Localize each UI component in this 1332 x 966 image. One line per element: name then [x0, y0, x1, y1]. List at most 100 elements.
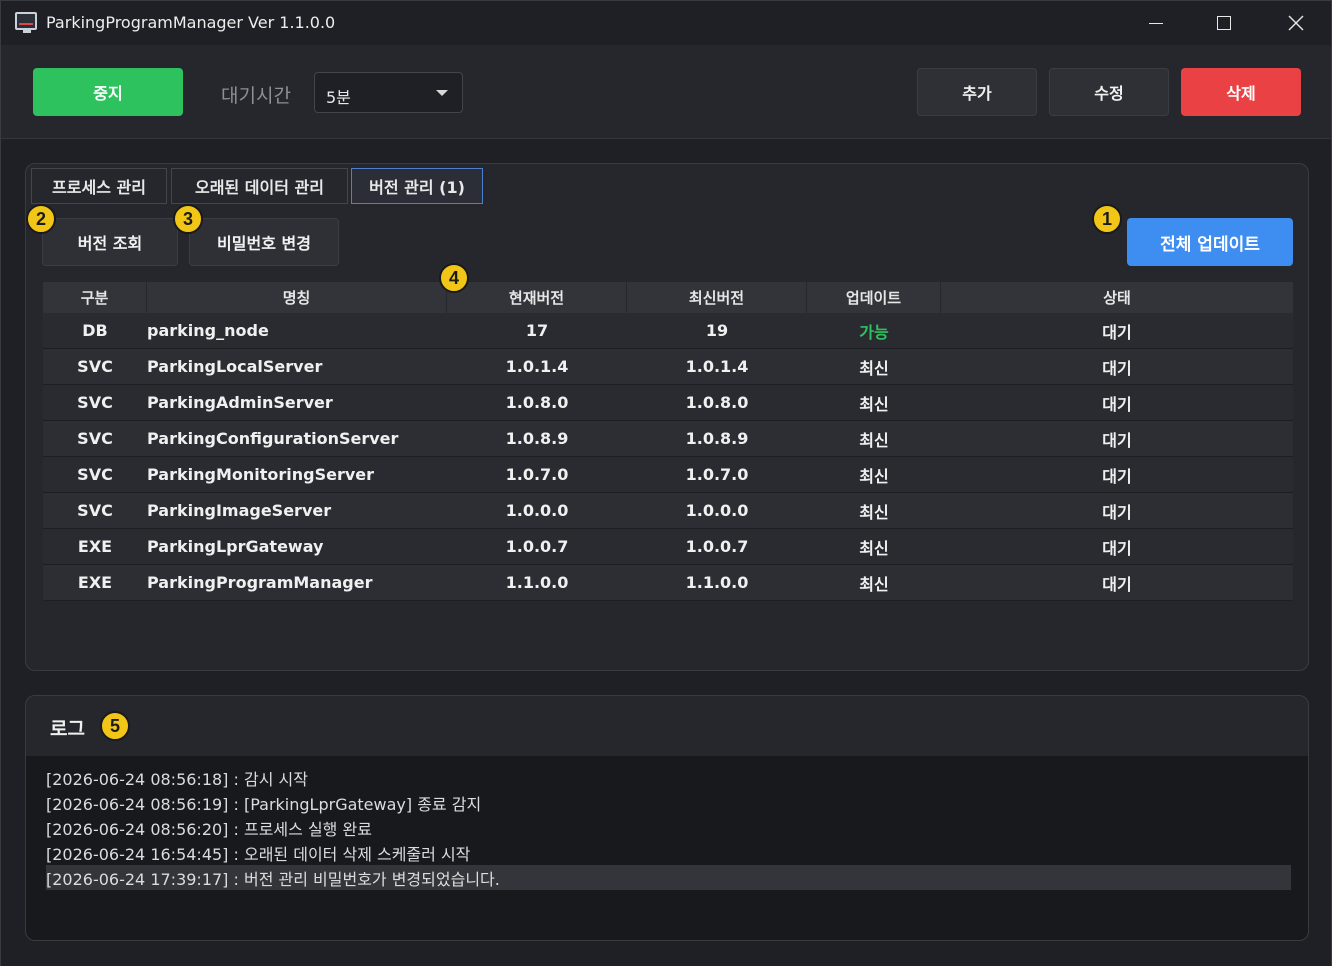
- cell-latest-version: 1.0.0.0: [685, 501, 749, 520]
- cell-name: ParkingAdminServer: [147, 393, 333, 412]
- col-header-update: 업데이트: [807, 282, 941, 313]
- col-header-type: 구분: [43, 282, 147, 313]
- cell-current-version: 1.1.0.0: [505, 573, 569, 592]
- col-header-latest-version: 최신버전: [627, 282, 807, 313]
- cell-status: 대기: [1102, 394, 1132, 414]
- cell-latest-version: 1.0.0.7: [685, 537, 749, 556]
- table-row[interactable]: SVC ParkingLocalServer 1.0.1.4 1.0.1.4 최신 대기: [43, 349, 1293, 385]
- cell-status: 대기: [1102, 358, 1132, 378]
- cell-type: EXE: [77, 537, 113, 556]
- callout-badge-5: 5: [100, 711, 130, 741]
- table-row[interactable]: SVC ParkingMonitoringServer 1.0.7.0 1.0.7.0…: [43, 457, 1293, 493]
- table-row[interactable]: SVC ParkingImageServer 1.0.0.0 1.0.0.0 최신 대기: [43, 493, 1293, 529]
- change-password-button[interactable]: 비밀번호 변경: [189, 218, 339, 266]
- delete-button[interactable]: 삭제: [1181, 68, 1301, 116]
- table-header: 구분 명칭 현재버전 최신버전 업데이트 상태: [43, 282, 1293, 313]
- log-list[interactable]: [2026-06-24 08:56:18] : 감시 시작 [2026-06-24…: [26, 756, 1308, 940]
- tab-process-management[interactable]: 프로세스 관리: [31, 168, 167, 204]
- callout-badge-1: 1: [1092, 204, 1122, 234]
- cell-type: SVC: [77, 465, 113, 484]
- cell-type: DB: [82, 321, 108, 340]
- cell-current-version: 1.0.0.7: [505, 537, 569, 556]
- cell-type: SVC: [77, 393, 113, 412]
- cell-latest-version: 1.0.7.0: [685, 465, 749, 484]
- cell-current-version: 1.0.8.0: [505, 393, 569, 412]
- tab-version-management[interactable]: 버전 관리 (1): [351, 168, 483, 204]
- log-line[interactable]: [2026-06-24 08:56:19] : [ParkingLprGatew…: [46, 790, 1291, 815]
- cell-update: 최신: [859, 394, 889, 414]
- wait-time-select[interactable]: 5분: [314, 72, 463, 113]
- cell-name: parking_node: [147, 321, 269, 340]
- col-header-name: 명칭: [147, 282, 447, 313]
- table-row[interactable]: EXE ParkingLprGateway 1.0.0.7 1.0.0.7 최신 대기: [43, 529, 1293, 565]
- update-all-button[interactable]: 전체 업데이트: [1127, 218, 1293, 266]
- cell-update: 최신: [859, 358, 889, 378]
- cell-current-version: 1.0.0.0: [505, 501, 569, 520]
- table-body: DB parking_node 17 19 가능 대기 SVC ParkingLocalSer…: [43, 313, 1293, 601]
- edit-button[interactable]: 수정: [1049, 68, 1169, 116]
- close-button[interactable]: [1263, 1, 1329, 45]
- main-panel: 프로세스 관리 오래된 데이터 관리 버전 관리 (1) 버전 조회 비밀번호 …: [25, 163, 1309, 671]
- log-line[interactable]: [2026-06-24 08:56:18] : 감시 시작: [46, 765, 1291, 790]
- cell-type: SVC: [77, 429, 113, 448]
- cell-name: ParkingLocalServer: [147, 357, 323, 376]
- cell-latest-version: 1.0.8.0: [685, 393, 749, 412]
- cell-name: ParkingMonitoringServer: [147, 465, 375, 484]
- cell-current-version: 1.0.7.0: [505, 465, 569, 484]
- table-row[interactable]: DB parking_node 17 19 가능 대기: [43, 313, 1293, 349]
- cell-update: 가능: [859, 322, 889, 342]
- maximize-button[interactable]: [1191, 1, 1257, 45]
- cell-status: 대기: [1102, 538, 1132, 558]
- cell-update: 최신: [859, 538, 889, 558]
- minimize-button[interactable]: [1123, 1, 1189, 45]
- log-panel: 로그 5 [2026-06-24 08:56:18] : 감시 시작 [2026-…: [25, 695, 1309, 941]
- cell-latest-version: 1.1.0.0: [685, 573, 749, 592]
- cell-latest-version: 19: [705, 321, 729, 340]
- log-title: 로그: [50, 718, 85, 740]
- cell-name: ParkingLprGateway: [147, 537, 324, 556]
- cell-update: 최신: [859, 466, 889, 486]
- cell-type: SVC: [77, 357, 113, 376]
- add-button[interactable]: 추가: [917, 68, 1037, 116]
- log-line[interactable]: [2026-06-24 17:39:17] : 버전 관리 비밀번호가 변경되었…: [46, 865, 1291, 890]
- app-monitor-icon: [15, 12, 37, 33]
- cell-type: EXE: [77, 573, 113, 592]
- cell-latest-version: 1.0.8.9: [685, 429, 749, 448]
- log-line[interactable]: [2026-06-24 16:54:45] : 오래된 데이터 삭제 스케줄러 …: [46, 840, 1291, 865]
- wait-time-value: 5분: [326, 88, 351, 107]
- maximize-icon: [1217, 16, 1231, 30]
- log-line[interactable]: [2026-06-24 08:56:20] : 프로세스 실행 완료: [46, 815, 1291, 840]
- version-query-button[interactable]: 버전 조회: [42, 218, 178, 266]
- cell-update: 최신: [859, 502, 889, 522]
- callout-badge-2: 2: [26, 204, 56, 234]
- cell-update: 최신: [859, 574, 889, 594]
- table-row[interactable]: SVC ParkingConfigurationServer 1.0.8.9 1.0.…: [43, 421, 1293, 457]
- cell-latest-version: 1.0.1.4: [685, 357, 749, 376]
- stop-button[interactable]: 중지: [33, 68, 183, 116]
- table-row[interactable]: EXE ParkingProgramManager 1.1.0.0 1.1.0.0 최신…: [43, 565, 1293, 601]
- cell-current-version: 1.0.8.9: [505, 429, 569, 448]
- col-header-current-version: 현재버전: [447, 282, 627, 313]
- app-window: ParkingProgramManager Ver 1.1.0.0 중지 대기시…: [0, 0, 1332, 966]
- table-row[interactable]: SVC ParkingAdminServer 1.0.8.0 1.0.8.0 최신 대기: [43, 385, 1293, 421]
- window-bottom-edge: [1, 945, 1331, 966]
- cell-name: ParkingImageServer: [147, 501, 332, 520]
- window-title: ParkingProgramManager Ver 1.1.0.0: [46, 13, 336, 32]
- callout-badge-4: 4: [439, 263, 469, 293]
- chevron-down-icon: [436, 90, 448, 96]
- minimize-icon: [1149, 22, 1163, 24]
- cell-status: 대기: [1102, 466, 1132, 486]
- cell-name: ParkingProgramManager: [147, 573, 373, 592]
- col-header-status: 상태: [1103, 289, 1131, 307]
- cell-update: 최신: [859, 430, 889, 450]
- title-bar: ParkingProgramManager Ver 1.1.0.0: [1, 1, 1331, 45]
- cell-name: ParkingConfigurationServer: [147, 429, 399, 448]
- version-table: 구분 명칭 현재버전 최신버전 업데이트 상태 DB parking_node 17…: [43, 282, 1293, 601]
- cell-status: 대기: [1102, 574, 1132, 594]
- tab-old-data-management[interactable]: 오래된 데이터 관리: [171, 168, 348, 204]
- cell-status: 대기: [1102, 430, 1132, 450]
- toolbar: 중지 대기시간 5분 추가 수정 삭제: [1, 45, 1331, 139]
- cell-type: SVC: [77, 501, 113, 520]
- cell-status: 대기: [1102, 322, 1132, 342]
- cell-current-version: 1.0.1.4: [505, 357, 569, 376]
